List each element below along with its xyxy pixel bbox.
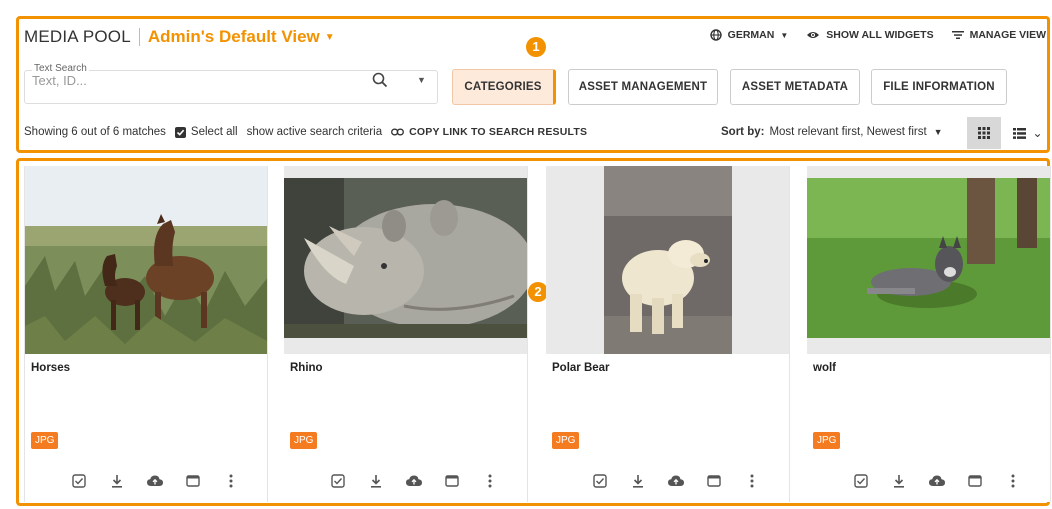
manage-view-label: MANAGE VIEW xyxy=(969,29,1046,41)
file-type-badge: JPG xyxy=(552,432,580,449)
more-vert-icon[interactable] xyxy=(482,473,498,489)
upload-cloud-icon[interactable] xyxy=(406,473,422,489)
active-criteria-link[interactable]: show active search criteria xyxy=(247,126,383,138)
search-icon[interactable] xyxy=(372,72,388,88)
asset-thumbnail-polar-bear[interactable] xyxy=(546,166,789,354)
window-icon[interactable] xyxy=(444,473,460,489)
upload-cloud-icon[interactable] xyxy=(929,473,945,489)
title-divider xyxy=(138,28,140,46)
select-checkbox-icon[interactable] xyxy=(71,473,87,489)
list-view-icon xyxy=(1013,127,1027,139)
chevron-down-icon: ▼ xyxy=(780,30,789,40)
asset-actions xyxy=(71,473,239,489)
show-all-widgets-button[interactable]: SHOW ALL WIDGETS xyxy=(806,29,934,41)
asset-metadata-button[interactable]: ASSET METADATA xyxy=(730,69,860,105)
text-search-field: Text Search ▼ xyxy=(24,63,438,104)
asset-thumbnail-horses[interactable] xyxy=(25,166,267,354)
select-checkbox-icon[interactable] xyxy=(592,473,608,489)
checkmark-icon xyxy=(176,129,185,136)
language-label: GERMAN xyxy=(727,29,775,41)
file-type-badge: JPG xyxy=(813,432,841,449)
more-vert-icon[interactable] xyxy=(744,473,760,489)
asset-card[interactable]: wolf JPG xyxy=(807,166,1051,502)
asset-name[interactable]: Rhino xyxy=(290,362,323,374)
grid-view-icon xyxy=(978,127,990,139)
link-icon xyxy=(391,128,405,136)
asset-thumbnail-rhino[interactable] xyxy=(284,166,527,354)
more-vert-icon[interactable] xyxy=(223,473,239,489)
file-type-badge: JPG xyxy=(31,432,59,449)
select-checkbox-icon[interactable] xyxy=(853,473,869,489)
asset-card[interactable]: Rhino JPG xyxy=(284,166,528,502)
eye-icon xyxy=(807,32,820,38)
asset-actions xyxy=(592,473,760,489)
sort-selector[interactable]: Sort by: Most relevant first, Newest fir… xyxy=(721,126,943,138)
download-icon[interactable] xyxy=(630,473,646,489)
copy-link-label: COPY LINK TO SEARCH RESULTS xyxy=(409,126,588,138)
asset-card[interactable]: Horses JPG xyxy=(24,166,268,502)
asset-name[interactable]: Horses xyxy=(31,362,70,374)
upload-cloud-icon[interactable] xyxy=(147,473,163,489)
filter-icon xyxy=(951,31,964,39)
window-icon[interactable] xyxy=(185,473,201,489)
search-options-dropdown[interactable]: ▼ xyxy=(417,75,426,85)
sort-label: Sort by: xyxy=(721,126,765,138)
manage-view-button[interactable]: MANAGE VIEW xyxy=(951,29,1046,41)
asset-name[interactable]: wolf xyxy=(813,362,836,374)
globe-icon xyxy=(709,29,722,41)
file-information-button[interactable]: FILE INFORMATION xyxy=(871,69,1007,105)
upload-cloud-icon[interactable] xyxy=(668,473,684,489)
language-selector[interactable]: GERMAN ▼ xyxy=(709,29,789,41)
asset-actions xyxy=(853,473,1021,489)
chevron-down-icon: ⌄ xyxy=(1032,126,1043,140)
asset-actions xyxy=(330,473,498,489)
app-title: MEDIA POOL xyxy=(24,27,131,46)
download-icon[interactable] xyxy=(891,473,907,489)
results-info-row: Showing 6 out of 6 matches Select all sh… xyxy=(24,126,587,138)
result-count: Showing 6 out of 6 matches xyxy=(24,126,166,138)
more-vert-icon[interactable] xyxy=(1005,473,1021,489)
view-selector[interactable]: Admin's Default View xyxy=(148,27,320,47)
select-checkbox-icon[interactable] xyxy=(330,473,346,489)
chevron-down-icon: ▼ xyxy=(933,127,943,137)
copy-link-button[interactable]: COPY LINK TO SEARCH RESULTS xyxy=(391,126,587,138)
search-input[interactable] xyxy=(32,73,362,88)
grid-view-toggle[interactable] xyxy=(967,117,1001,149)
asset-name[interactable]: Polar Bear xyxy=(552,362,610,374)
file-type-badge: JPG xyxy=(290,432,318,449)
show-widgets-label: SHOW ALL WIDGETS xyxy=(826,29,934,41)
select-all-label[interactable]: Select all xyxy=(191,126,238,138)
window-icon[interactable] xyxy=(967,473,983,489)
asset-management-button[interactable]: ASSET MANAGEMENT xyxy=(568,69,718,105)
title-row: MEDIA POOL Admin's Default View ▼ xyxy=(24,26,335,48)
download-icon[interactable] xyxy=(109,473,125,489)
list-view-toggle[interactable]: ⌄ xyxy=(1008,117,1048,149)
asset-thumbnail-wolf[interactable] xyxy=(807,166,1050,354)
callout-badge-2: 2 xyxy=(528,282,548,302)
categories-button[interactable]: CATEGORIES xyxy=(452,69,556,105)
sort-value: Most relevant first, Newest first xyxy=(769,126,927,138)
select-all-checkbox[interactable] xyxy=(174,126,186,138)
top-actions: GERMAN ▼ SHOW ALL WIDGETS MANAGE VIEW xyxy=(709,29,1046,41)
download-icon[interactable] xyxy=(368,473,384,489)
window-icon[interactable] xyxy=(706,473,722,489)
chevron-down-icon[interactable]: ▼ xyxy=(325,32,335,43)
asset-card[interactable]: Polar Bear JPG xyxy=(546,166,790,502)
callout-badge-1: 1 xyxy=(526,37,546,57)
